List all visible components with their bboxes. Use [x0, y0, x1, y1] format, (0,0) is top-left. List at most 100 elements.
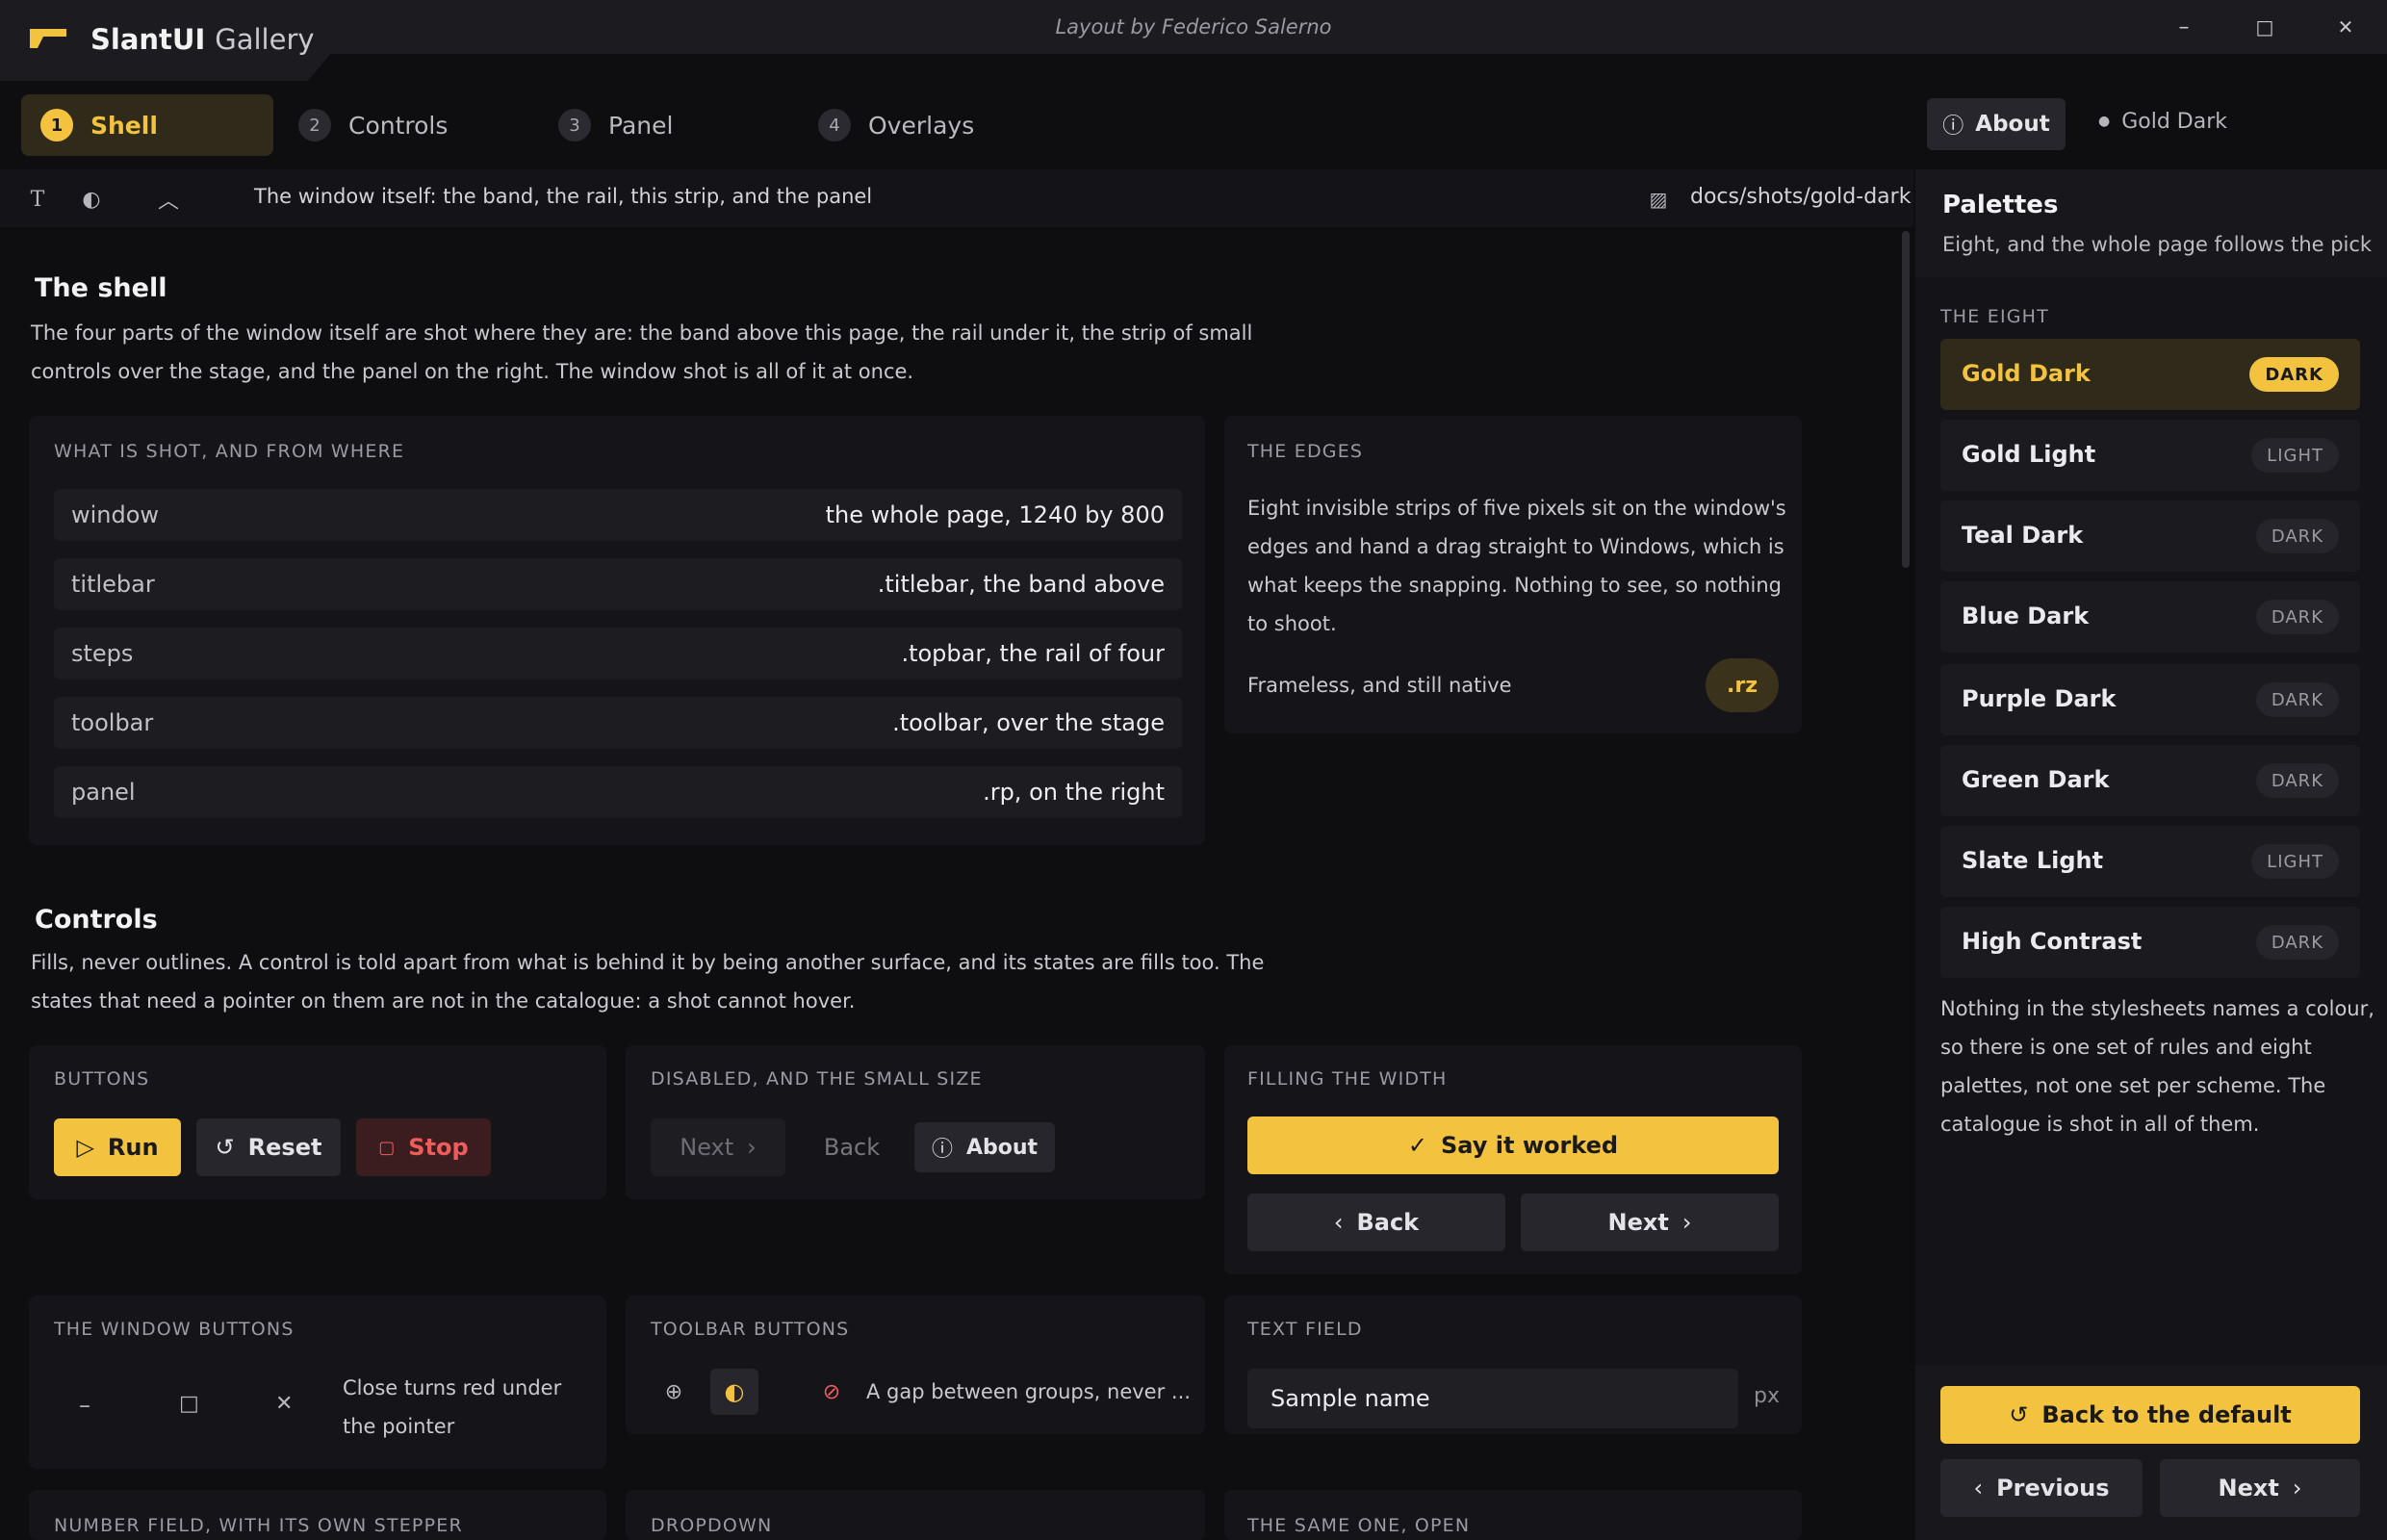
- about-button[interactable]: ⓘ About: [1927, 98, 2066, 150]
- back-button[interactable]: ‹ Back: [1247, 1194, 1505, 1251]
- run-label: Run: [107, 1134, 159, 1161]
- toolbar-path: docs/shots/gold-dark: [1690, 185, 1912, 209]
- palette-teal-dark[interactable]: Teal Dark DARK: [1940, 500, 2360, 572]
- stage-scrollbar[interactable]: [1902, 231, 1910, 568]
- palette-green-dark[interactable]: Green Dark DARK: [1940, 745, 2360, 816]
- table-row: window the whole page, 1240 by 800: [54, 489, 1182, 541]
- next-wide-label: Next: [1607, 1209, 1669, 1236]
- maximize-button[interactable]: □: [2250, 13, 2279, 40]
- step-label: Shell: [90, 111, 158, 140]
- chevron-right-icon: ›: [747, 1134, 757, 1161]
- stop-icon: ▢: [378, 1137, 396, 1158]
- unit-label: px: [1754, 1384, 1780, 1408]
- shot-table-caption: What is shot, and from where: [54, 441, 405, 462]
- previous-button[interactable]: ‹ Previous: [1940, 1459, 2143, 1517]
- say-label: Say it worked: [1441, 1132, 1619, 1159]
- default-label: Back to the default: [2041, 1401, 2292, 1428]
- stop-button[interactable]: ▢ Stop: [356, 1118, 491, 1176]
- edges-text-3: what keeps the snapping. Nothing to see,…: [1247, 574, 1782, 597]
- run-button[interactable]: ▷ Run: [54, 1118, 181, 1176]
- step-number: 2: [298, 109, 331, 141]
- palette-name: Gold Dark: [1962, 360, 2091, 387]
- palette-gold-dark[interactable]: Gold Dark DARK: [1940, 339, 2360, 410]
- panel-note-3: palettes, not one set per scheme. The: [1940, 1074, 2326, 1097]
- maximize-icon[interactable]: □: [179, 1392, 199, 1416]
- step-label: Overlays: [868, 111, 975, 140]
- step-panel[interactable]: 3 Panel: [558, 94, 780, 156]
- about-small-label: About: [965, 1135, 1039, 1160]
- next-disabled-button: Next ›: [651, 1118, 785, 1176]
- panel-subtitle: Eight, and the whole page follows the pi…: [1942, 233, 2373, 256]
- text-field-caption: Text field: [1247, 1319, 1363, 1340]
- minimize-icon[interactable]: –: [79, 1392, 90, 1419]
- chevron-up-icon[interactable]: ︿: [152, 183, 185, 216]
- zoom-in-icon[interactable]: ⊕: [656, 1373, 691, 1411]
- panel-title: Palettes: [1942, 191, 2059, 219]
- panel-header: [1915, 169, 2387, 277]
- palette-gold-light[interactable]: Gold Light LIGHT: [1940, 420, 2360, 491]
- previous-label: Previous: [1996, 1475, 2110, 1502]
- shell-title: The shell: [35, 273, 167, 303]
- toolbar-buttons-note: A gap between groups, never ...: [866, 1380, 1191, 1403]
- palette-name: Slate Light: [1962, 847, 2104, 874]
- close-icon[interactable]: ✕: [275, 1392, 293, 1416]
- palette-blue-dark[interactable]: Blue Dark DARK: [1940, 581, 2360, 653]
- step-number: 3: [558, 109, 591, 141]
- controls-title: Controls: [35, 905, 158, 935]
- palette-high-contrast[interactable]: High Contrast DARK: [1940, 907, 2360, 978]
- step-label: Panel: [608, 111, 674, 140]
- step-overlays[interactable]: 4 Overlays: [818, 94, 1040, 156]
- window-buttons-note-1: Close turns red under: [343, 1376, 562, 1399]
- row-key: steps: [71, 640, 134, 667]
- toolbar-buttons-caption: Toolbar buttons: [651, 1319, 850, 1340]
- edges-caption: The edges: [1247, 441, 1364, 462]
- reset-button[interactable]: ↺ Reset: [196, 1118, 341, 1176]
- text-icon[interactable]: T: [21, 183, 54, 216]
- scheme-badge: DARK: [2255, 682, 2339, 717]
- palette-purple-dark[interactable]: Purple Dark DARK: [1940, 664, 2360, 735]
- table-row: steps .topbar, the rail of four: [54, 628, 1182, 680]
- reset-label: Reset: [247, 1134, 322, 1161]
- info-icon: ⓘ: [931, 1138, 953, 1162]
- say-it-worked-button[interactable]: ✓ Say it worked: [1247, 1116, 1779, 1174]
- dot-icon: ●: [2098, 114, 2111, 129]
- row-key: window: [71, 501, 160, 528]
- palette-name: High Contrast: [1962, 928, 2143, 955]
- table-row: panel .rp, on the right: [54, 766, 1182, 818]
- palette-name: Green Dark: [1962, 766, 2110, 793]
- scheme-badge: LIGHT: [2251, 438, 2339, 473]
- palette-name: Teal Dark: [1962, 522, 2084, 549]
- check-icon: ✓: [1407, 1132, 1428, 1159]
- about-small-button[interactable]: ⓘ About: [914, 1122, 1055, 1172]
- edges-text-4: to shoot.: [1247, 612, 1337, 635]
- reset-icon: ↺: [2009, 1401, 2029, 1428]
- step-shell[interactable]: 1 Shell: [21, 94, 273, 156]
- palettes-section: The eight: [1940, 306, 2049, 327]
- window-buttons-note-2: the pointer: [343, 1415, 455, 1438]
- row-value: .titlebar, the band above: [877, 571, 1165, 598]
- panel-next-button[interactable]: Next ›: [2160, 1459, 2360, 1517]
- step-controls[interactable]: 2 Controls: [298, 94, 520, 156]
- scheme-badge: DARK: [2255, 925, 2339, 960]
- next-button[interactable]: Next ›: [1521, 1194, 1779, 1251]
- shell-desc-2: controls over the stage, and the panel o…: [31, 360, 914, 383]
- contrast-toggle-icon[interactable]: ◐: [710, 1369, 758, 1415]
- panel-note-2: so there is one set of rules and eight: [1940, 1036, 2312, 1059]
- controls-desc-2: states that need a pointer on them are n…: [31, 989, 856, 1013]
- scheme-badge: LIGHT: [2251, 844, 2339, 879]
- play-icon: ▷: [76, 1134, 94, 1161]
- palette-name: Blue Dark: [1962, 603, 2090, 629]
- scheme-badge: DARK: [2255, 519, 2339, 553]
- minimize-button[interactable]: –: [2169, 13, 2198, 40]
- close-button[interactable]: ✕: [2331, 13, 2360, 40]
- panel-next-label: Next: [2218, 1475, 2279, 1502]
- back-flat-button[interactable]: Back: [801, 1118, 903, 1176]
- back-to-default-button[interactable]: ↺ Back to the default: [1940, 1386, 2360, 1444]
- palette-slate-light[interactable]: Slate Light LIGHT: [1940, 826, 2360, 897]
- step-number: 1: [40, 109, 73, 141]
- back-label: Back: [823, 1134, 881, 1161]
- contrast-icon[interactable]: ◐: [75, 183, 108, 216]
- sample-name-field[interactable]: Sample name: [1247, 1369, 1738, 1428]
- block-icon[interactable]: ⊘: [814, 1373, 849, 1411]
- toolbar-caption: The window itself: the band, the rail, t…: [254, 185, 873, 208]
